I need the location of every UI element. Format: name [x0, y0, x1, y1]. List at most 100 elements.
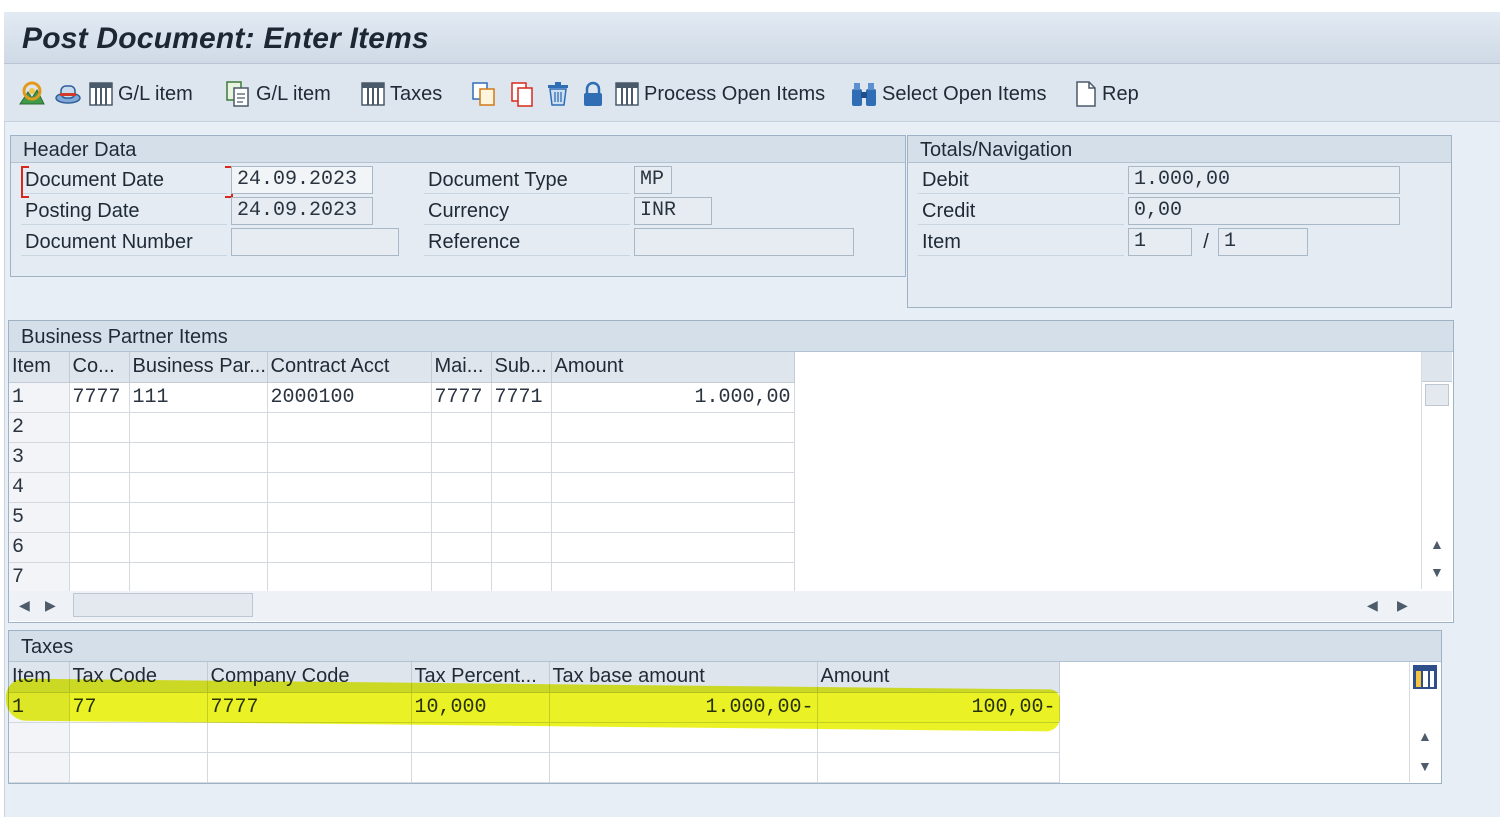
table-cell[interactable]	[267, 502, 432, 533]
table-cell[interactable]	[551, 502, 795, 533]
table-cell[interactable]: 7771	[491, 382, 552, 413]
table-cell[interactable]	[267, 562, 432, 593]
column-header-tax-percent[interactable]: Tax Percent...	[411, 662, 550, 693]
scroll-right-icon[interactable]: ▶	[1397, 597, 1408, 614]
table-cell[interactable]	[491, 472, 552, 503]
table-cell[interactable]	[69, 722, 208, 753]
bp-horizontal-scrollbar[interactable]: ◀ ▶ ◀ ▶	[9, 591, 1452, 621]
table-cell[interactable]	[431, 412, 492, 443]
taxes-button[interactable]: Taxes	[360, 78, 442, 110]
column-config-button[interactable]	[1412, 664, 1438, 690]
table-cell[interactable]	[267, 412, 432, 443]
select-open-items-button[interactable]: Select Open Items	[850, 78, 1047, 110]
table-row[interactable]: 1 7777 111 2000100 7777 7771 1.000,00	[9, 382, 795, 413]
gl-item-button-1[interactable]: G/L item	[88, 78, 193, 110]
column-header-amount[interactable]: Amount	[551, 352, 795, 383]
table-cell[interactable]	[817, 722, 1060, 753]
column-header-amount[interactable]: Amount	[817, 662, 1060, 693]
table-cell[interactable]	[551, 442, 795, 473]
table-cell[interactable]	[267, 532, 432, 563]
table-cell[interactable]	[69, 412, 130, 443]
table-cell[interactable]: 77	[69, 692, 208, 723]
table-cell[interactable]	[491, 562, 552, 593]
process-open-items-button[interactable]: Process Open Items	[614, 78, 825, 110]
item-current-field[interactable]: 1	[1128, 228, 1192, 256]
gl-item-button-2[interactable]: G/L item	[224, 78, 331, 110]
table-cell[interactable]	[491, 442, 552, 473]
scroll-left-icon[interactable]: ◀	[1367, 597, 1378, 614]
table-row[interactable]: 1 77 7777 10,000 1.000,00- 100,00-	[9, 692, 1060, 723]
column-header-contract-account[interactable]: Contract Acct	[267, 352, 432, 383]
table-cell[interactable]	[551, 412, 795, 443]
table-cell[interactable]	[431, 532, 492, 563]
table-cell[interactable]	[129, 502, 268, 533]
tree-button[interactable]	[18, 78, 46, 110]
table-cell[interactable]	[491, 502, 552, 533]
table-cell[interactable]	[129, 562, 268, 593]
table-row[interactable]: 2	[9, 412, 795, 443]
table-cell[interactable]: 7777	[207, 692, 412, 723]
table-cell[interactable]	[129, 532, 268, 563]
column-header-main-transaction[interactable]: Mai...	[431, 352, 492, 383]
lock-button[interactable]	[580, 78, 606, 110]
table-cell[interactable]: 7777	[431, 382, 492, 413]
table-cell[interactable]: 100,00-	[817, 692, 1060, 723]
column-header-item[interactable]: Item	[9, 662, 70, 693]
table-cell[interactable]	[817, 752, 1060, 783]
table-cell[interactable]	[551, 562, 795, 593]
posting-date-field[interactable]: 24.09.2023	[231, 197, 373, 225]
table-cell[interactable]: 7	[9, 562, 70, 593]
column-header-tax-base-amount[interactable]: Tax base amount	[549, 662, 818, 693]
delete-button[interactable]	[544, 78, 572, 110]
rep-button[interactable]: Rep	[1074, 78, 1139, 110]
table-cell[interactable]: 3	[9, 442, 70, 473]
column-header-business-partner[interactable]: Business Par...	[129, 352, 268, 383]
table-cell[interactable]	[69, 752, 208, 783]
table-row[interactable]: 6	[9, 532, 795, 563]
table-cell[interactable]	[267, 442, 432, 473]
document-date-field[interactable]: 24.09.2023	[231, 166, 373, 194]
table-cell[interactable]	[129, 442, 268, 473]
table-cell[interactable]: 111	[129, 382, 268, 413]
table-cell[interactable]: 1	[9, 692, 70, 723]
document-number-field[interactable]	[231, 228, 399, 256]
table-row[interactable]: 4	[9, 472, 795, 503]
table-cell[interactable]: 1	[9, 382, 70, 413]
column-header-tax-code[interactable]: Tax Code	[69, 662, 208, 693]
table-cell[interactable]	[9, 752, 70, 783]
table-cell[interactable]	[549, 752, 818, 783]
bp-horizontal-scroll-thumb[interactable]	[73, 593, 253, 617]
scroll-right-icon[interactable]: ▶	[45, 597, 56, 614]
reference-field[interactable]	[634, 228, 854, 256]
table-cell[interactable]: 10,000	[411, 692, 550, 723]
column-header-item[interactable]: Item	[9, 352, 70, 383]
table-row[interactable]: 7	[9, 562, 795, 593]
table-cell[interactable]	[69, 502, 130, 533]
table-cell[interactable]	[129, 472, 268, 503]
table-cell[interactable]	[411, 722, 550, 753]
document-type-field[interactable]: MP	[634, 166, 672, 194]
table-cell[interactable]	[69, 562, 130, 593]
bp-vertical-scroll-thumb[interactable]	[1425, 384, 1449, 406]
table-cell[interactable]: 1.000,00	[551, 382, 795, 413]
table-cell[interactable]	[129, 412, 268, 443]
table-cell[interactable]	[431, 472, 492, 503]
copy-button[interactable]	[470, 78, 498, 110]
table-cell[interactable]: 6	[9, 532, 70, 563]
table-cell[interactable]: 2000100	[267, 382, 432, 413]
table-cell[interactable]	[431, 562, 492, 593]
table-cell[interactable]	[69, 442, 130, 473]
scroll-up-icon[interactable]: ▲	[1430, 536, 1444, 552]
table-row[interactable]	[9, 752, 1060, 783]
table-cell[interactable]	[411, 752, 550, 783]
bp-vertical-scrollbar[interactable]: ▲ ▼	[1421, 352, 1452, 589]
table-cell[interactable]	[69, 532, 130, 563]
table-cell[interactable]	[431, 442, 492, 473]
table-cell[interactable]	[207, 752, 412, 783]
table-cell[interactable]: 7777	[69, 382, 130, 413]
table-cell[interactable]	[491, 412, 552, 443]
scroll-left-icon[interactable]: ◀	[19, 597, 30, 614]
table-cell[interactable]: 5	[9, 502, 70, 533]
scroll-down-icon[interactable]: ▼	[1418, 758, 1432, 774]
column-header-sub-transaction[interactable]: Sub...	[491, 352, 552, 383]
